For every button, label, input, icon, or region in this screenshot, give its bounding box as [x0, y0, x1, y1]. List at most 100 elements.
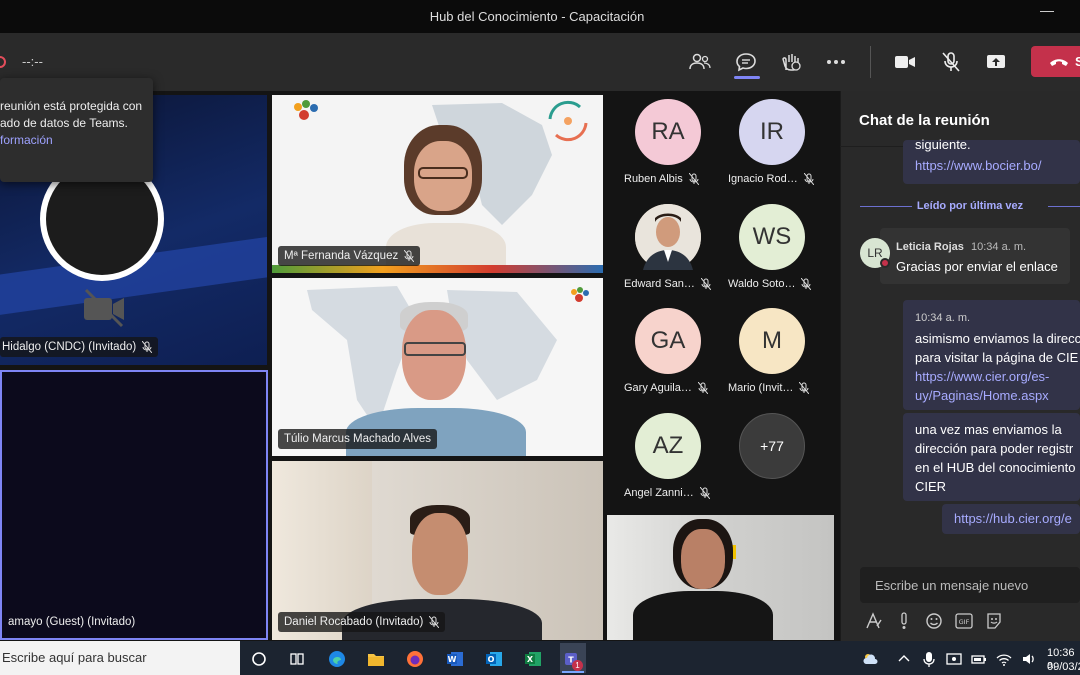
compose-placeholder: Escribe un mensaje nuevo — [875, 578, 1029, 593]
file-explorer-icon[interactable] — [367, 650, 385, 668]
leave-button[interactable] — [1031, 46, 1080, 77]
priority-button[interactable] — [895, 612, 913, 630]
cier-logo — [290, 99, 322, 127]
chat-message-own: https://hub.cier.org/e — [942, 504, 1080, 534]
participant-name-tag: Hidalgo (CNDC) (Invitado) — [0, 337, 159, 357]
raise-hand-icon — [782, 54, 801, 71]
video-tile-tulio[interactable]: Túlio Marcus Machado Alves — [272, 278, 603, 456]
tooltip-line: ado de datos de Teams. — [0, 116, 128, 130]
sender-name: Leticia Rojas — [896, 241, 964, 253]
participant-name-tag: Túlio Marcus Machado Alves — [278, 429, 438, 449]
message-text: en el HUB del conocimiento — [915, 460, 1076, 475]
window-title: Hub del Conocimiento - Capacitación — [429, 9, 645, 24]
participant-avatar[interactable]: RA — [635, 99, 701, 165]
chat-message-own: una vez mas enviamos la dirección para p… — [903, 413, 1080, 501]
message-link[interactable]: https://www.bocier.bo/ — [915, 156, 1068, 175]
message-link[interactable]: https://hub.cier.org/e — [954, 509, 1072, 528]
participant-name-tag: Angel Zanni… — [624, 487, 710, 499]
wifi-icon[interactable] — [995, 650, 1013, 668]
participant-photo — [635, 204, 701, 270]
chevron-up-icon[interactable] — [895, 650, 913, 668]
participant-name: Ignacio Rod… — [728, 173, 798, 185]
participant-name: amayo (Guest) (Invitado) — [8, 616, 136, 628]
participant-name: Túlio Marcus Machado Alves — [284, 433, 432, 445]
share-screen-icon — [987, 55, 1005, 68]
volume-icon[interactable] — [1020, 650, 1038, 668]
task-view-icon[interactable] — [288, 650, 306, 668]
more-options-button[interactable] — [822, 48, 850, 76]
avatar-initials: WS — [752, 223, 792, 250]
camera-button[interactable] — [891, 48, 919, 76]
participant-avatar[interactable]: WS — [739, 204, 805, 270]
mic-off-icon — [799, 382, 810, 394]
video-tile-daniel[interactable]: Daniel Rocabado (Invitado) — [272, 461, 603, 640]
mic-off-icon — [688, 173, 699, 185]
participant-name-tag: Mª Fernanda Vázquez — [278, 246, 421, 266]
taskbar-date[interactable]: 09/03/2 — [1047, 661, 1080, 673]
microphone-icon[interactable] — [920, 650, 938, 668]
message-time: 10:34 a. m. — [915, 312, 971, 324]
participant-avatar[interactable]: AZ — [635, 413, 701, 479]
firefox-icon[interactable] — [406, 650, 424, 668]
message-text: CIER — [915, 479, 947, 494]
message-link[interactable]: uy/Paginas/Home.aspx — [915, 386, 1068, 405]
avatar-initials: M — [762, 327, 782, 354]
gif-button[interactable]: GIF — [955, 612, 973, 630]
participant-name-tag: Mario (Invit… — [728, 382, 810, 394]
weather-icon[interactable] — [862, 650, 880, 668]
outlook-icon[interactable]: O — [485, 650, 503, 668]
cier-logo — [571, 287, 589, 302]
participant-name: Mª Fernanda Vázquez — [284, 250, 399, 262]
format-icon — [866, 612, 882, 629]
meet-now-icon[interactable] — [945, 650, 963, 668]
minimize-button[interactable] — [1040, 11, 1054, 12]
participant-name: Edward San… — [624, 278, 695, 290]
participant-name-tag: Gary Aguila… — [624, 382, 708, 394]
chat-message: siguiente. https://www.bocier.bo/ — [903, 139, 1080, 184]
mic-off-icon — [142, 341, 153, 353]
sticker-button[interactable] — [985, 612, 1003, 630]
avatar-initials: +77 — [760, 438, 784, 454]
event-logo — [548, 100, 588, 142]
format-button[interactable] — [865, 612, 883, 630]
taskbar-search[interactable]: Escribe aquí para buscar — [0, 641, 240, 675]
participant-avatar[interactable]: GA — [635, 308, 701, 374]
participant-avatar[interactable]: M — [739, 308, 805, 374]
message-text: Gracias por enviar el enlace — [896, 259, 1058, 274]
video-tile-self[interactable] — [607, 515, 834, 640]
avatar-initials: GA — [650, 327, 686, 354]
participant-figure — [633, 519, 773, 640]
message-time: 10:34 a. m. — [971, 241, 1027, 253]
excel-icon[interactable]: X — [524, 650, 542, 668]
emoji-button[interactable] — [925, 612, 943, 630]
sticker-icon — [987, 613, 1001, 629]
message-text: para visitar la página de CIE — [915, 350, 1079, 365]
mic-button[interactable] — [937, 48, 965, 76]
message-link[interactable]: https://www.cier.org/es- — [915, 367, 1068, 386]
brand-stripe — [272, 265, 603, 273]
meeting-timer: --:-- — [22, 54, 43, 69]
edge-icon[interactable] — [328, 650, 346, 668]
more-info-link[interactable]: formación — [0, 132, 153, 149]
video-tile-fernanda[interactable]: Mª Fernanda Vázquez — [272, 95, 603, 273]
chat-icon — [736, 53, 756, 72]
participant-avatar[interactable] — [635, 204, 701, 270]
avatar-initials: IR — [760, 118, 784, 145]
cortana-icon[interactable] — [250, 650, 268, 668]
battery-icon[interactable] — [970, 650, 988, 668]
share-button[interactable] — [982, 48, 1010, 76]
participant-name-tag: Ignacio Rod… — [728, 173, 814, 185]
hang-up-icon — [1050, 59, 1068, 66]
active-app-indicator — [562, 671, 584, 673]
video-tile-left-bottom[interactable]: amayo (Guest) (Invitado) — [0, 370, 268, 640]
reactions-button[interactable] — [777, 48, 805, 76]
participants-button[interactable] — [686, 48, 714, 76]
participant-avatar[interactable]: IR — [739, 99, 805, 165]
chat-title: Chat de la reunión — [859, 112, 990, 129]
more-participants-button[interactable]: +77 — [739, 413, 805, 479]
message-text: asimismo enviamos la direcc — [915, 331, 1080, 346]
exclamation-icon — [901, 612, 907, 629]
chat-button[interactable] — [732, 48, 760, 76]
participant-name-tag: Ruben Albis — [624, 173, 699, 185]
word-icon[interactable]: W — [446, 650, 464, 668]
